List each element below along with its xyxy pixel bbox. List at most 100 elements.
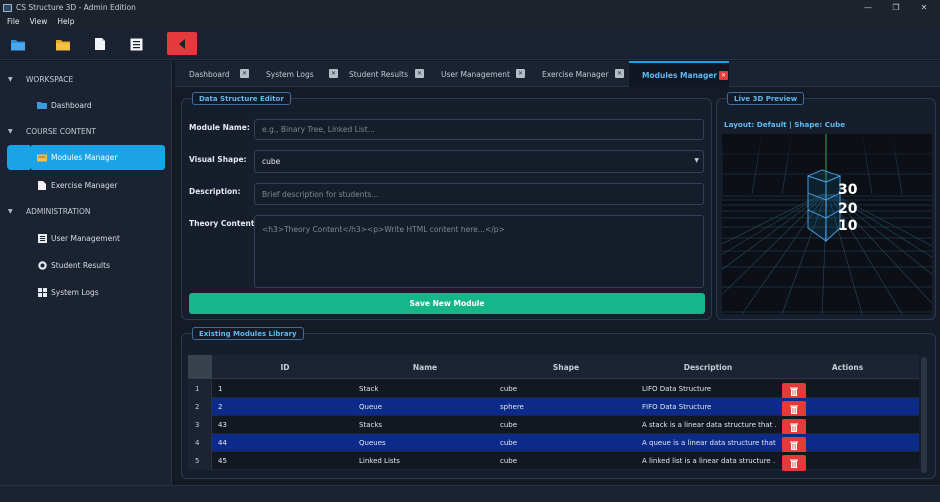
minimize-button[interactable]: — — [854, 0, 882, 15]
tab-modules-manager[interactable]: Modules Manager ✕ — [629, 61, 729, 87]
theory-content-textarea[interactable]: <h3>Theory Content</h3><p>Write HTML con… — [254, 215, 704, 288]
description-input[interactable]: Brief description for students... — [254, 183, 704, 205]
tab-student-results[interactable]: Student Results ✕ — [349, 61, 433, 87]
cell-description: LIFO Data Structure — [642, 385, 712, 393]
sidebar-item-dashboard[interactable]: Dashboard — [37, 97, 165, 113]
menu-help[interactable]: Help — [57, 17, 74, 26]
delete-button[interactable] — [782, 419, 806, 435]
row-number: 1 — [188, 380, 212, 398]
stack-value-middle: 20 — [838, 201, 858, 217]
sidebar-item-user-management[interactable]: User Management — [37, 230, 165, 246]
chevron-down-icon: ▼ — [8, 207, 13, 215]
list-button[interactable] — [127, 35, 145, 53]
tab-user-management[interactable]: User Management ✕ — [441, 61, 529, 87]
row-number: 2 — [188, 398, 212, 416]
dropdown-arrow-icon: ▼ — [694, 157, 699, 164]
visual-shape-label: Visual Shape: — [189, 155, 247, 164]
trash-icon — [790, 405, 798, 414]
table-row[interactable]: 3 43 Stacks cube A stack is a linear dat… — [188, 416, 919, 435]
column-header-shape[interactable]: Shape — [492, 355, 640, 379]
trash-icon — [790, 423, 798, 432]
table-row[interactable]: 5 45 Linked Lists cube A linked list is … — [188, 452, 919, 471]
tab-system-logs[interactable]: System Logs ✕ — [266, 61, 342, 87]
cell-shape: cube — [500, 439, 518, 447]
tab-close-icon[interactable]: ✕ — [719, 71, 728, 80]
column-header-description[interactable]: Description — [640, 355, 776, 379]
row-number: 3 — [188, 416, 212, 434]
sidebar-item-student-results[interactable]: Student Results — [37, 257, 165, 273]
visual-shape-select[interactable]: cube ▼ — [254, 150, 704, 173]
editor-title: Data Structure Editor — [192, 92, 291, 105]
preview-title: Live 3D Preview — [727, 92, 805, 105]
table-row[interactable]: 2 2 Queue sphere FIFO Data Structure — [188, 398, 919, 417]
tab-exercise-manager[interactable]: Exercise Manager ✕ — [542, 61, 628, 87]
close-window-button[interactable]: ✕ — [910, 0, 938, 15]
tab-close-icon[interactable]: ✕ — [240, 69, 249, 78]
logs-icon — [37, 287, 47, 297]
menu-file[interactable]: File — [7, 17, 20, 26]
delete-button[interactable] — [782, 401, 806, 417]
cell-id: 44 — [218, 439, 227, 447]
document-icon — [37, 180, 47, 190]
cell-id: 1 — [218, 385, 223, 393]
sidebar-item-exercise-manager[interactable]: Exercise Manager — [37, 177, 165, 193]
app-icon — [3, 3, 12, 12]
cell-name: Stack — [359, 385, 379, 393]
cell-shape: cube — [500, 421, 518, 429]
menu-view[interactable]: View — [30, 17, 48, 26]
cell-id: 45 — [218, 457, 227, 465]
tab-close-icon[interactable]: ✕ — [415, 69, 424, 78]
section-course-content[interactable]: ▼ COURSE CONTENT — [0, 124, 172, 138]
section-administration[interactable]: ▼ ADMINISTRATION — [0, 204, 172, 218]
table-row[interactable]: 4 44 Queues cube A queue is a linear dat… — [188, 434, 919, 453]
folder-icon — [56, 39, 70, 50]
column-header-actions[interactable]: Actions — [776, 355, 919, 379]
theory-content-label: Theory Content: — [189, 219, 258, 228]
tab-close-icon[interactable]: ✕ — [516, 69, 525, 78]
table-scrollbar[interactable] — [921, 357, 927, 473]
sidebar-item-modules-manager[interactable]: Modules Manager — [30, 145, 165, 170]
stack-value-bottom: 10 — [838, 218, 858, 234]
column-header-id[interactable]: ID — [212, 355, 358, 379]
column-header-name[interactable]: Name — [358, 355, 492, 379]
active-indicator — [7, 145, 30, 170]
back-button[interactable] — [167, 32, 197, 55]
cell-id: 2 — [218, 403, 223, 411]
folder-open-icon — [11, 39, 25, 50]
module-name-input[interactable]: e.g., Binary Tree, Linked List... — [254, 119, 704, 140]
tab-dashboard[interactable]: Dashboard ✕ — [189, 61, 259, 87]
open-button[interactable] — [9, 35, 27, 53]
tab-close-icon[interactable]: ✕ — [329, 69, 338, 78]
folder-icon — [37, 101, 47, 110]
delete-button[interactable] — [782, 437, 806, 453]
cell-name: Queue — [359, 403, 382, 411]
new-file-button[interactable] — [91, 35, 109, 53]
cell-shape: sphere — [500, 403, 524, 411]
row-number: 5 — [188, 452, 212, 470]
sidebar-item-system-logs[interactable]: System Logs — [37, 284, 165, 300]
results-icon — [37, 260, 47, 270]
folder-button[interactable] — [54, 35, 72, 53]
section-workspace[interactable]: ▼ WORKSPACE — [0, 72, 172, 86]
maximize-button[interactable]: ❐ — [882, 0, 910, 15]
module-icon — [37, 153, 47, 162]
preview-viewport[interactable]: 30 20 10 — [581, 133, 940, 315]
save-module-button[interactable]: Save New Module — [189, 293, 705, 314]
cell-shape: cube — [500, 457, 518, 465]
library-title: Existing Modules Library — [192, 327, 304, 340]
cell-shape: cube — [500, 385, 518, 393]
window-title: CS Structure 3D - Admin Edition — [16, 3, 136, 12]
delete-button[interactable] — [782, 455, 806, 471]
table-row[interactable]: 1 1 Stack cube LIFO Data Structure — [188, 380, 919, 399]
delete-button[interactable] — [782, 383, 806, 399]
cell-description: FIFO Data Structure — [642, 403, 712, 411]
users-icon — [37, 233, 47, 243]
preview-status: Layout: Default | Shape: Cube — [724, 120, 846, 129]
tab-close-icon[interactable]: ✕ — [615, 69, 624, 78]
trash-icon — [790, 441, 798, 450]
cell-name: Stacks — [359, 421, 383, 429]
cell-description: A stack is a linear data structure that … — [642, 421, 776, 429]
document-icon — [95, 38, 105, 50]
title-bar: CS Structure 3D - Admin Edition — [0, 0, 940, 15]
table-corner[interactable] — [188, 355, 212, 379]
